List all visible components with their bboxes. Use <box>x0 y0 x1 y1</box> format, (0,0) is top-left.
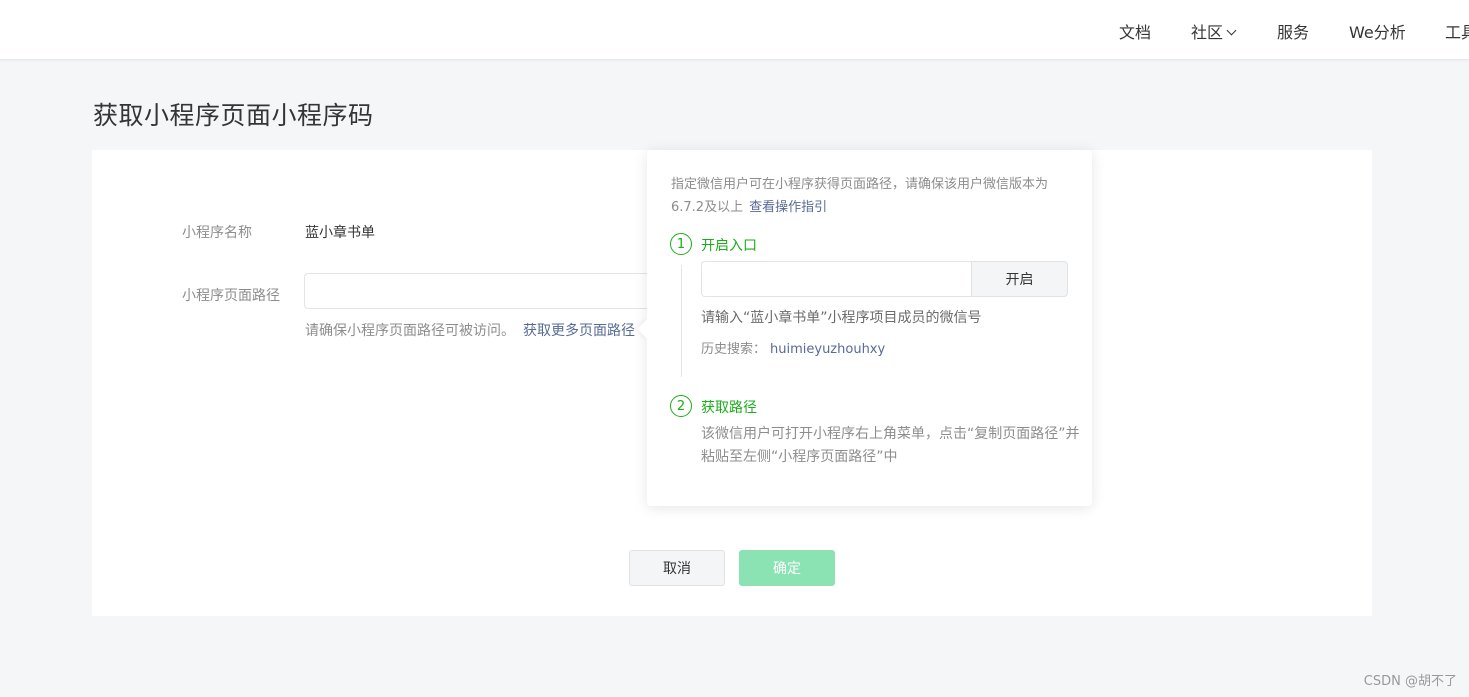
view-guide-link[interactable]: 查看操作指引 <box>749 200 827 215</box>
mini-program-name-label: 小程序名称 <box>182 225 252 241</box>
page-path-input[interactable] <box>304 273 654 309</box>
nav-we-analytics[interactable]: We分析 <box>1349 19 1406 43</box>
wechat-id-input[interactable] <box>701 261 972 297</box>
nav-tools[interactable]: 工具 <box>1445 19 1469 43</box>
get-more-paths-link[interactable]: 获取更多页面路径 <box>523 323 635 339</box>
nav-services[interactable]: 服务 <box>1277 19 1309 43</box>
popover-description-text: 指定微信用户可在小程序获得页面路径，请确保该用户微信版本为6.7.2及以上 <box>671 177 1049 215</box>
cancel-button[interactable]: 取消 <box>629 550 725 586</box>
step-2-title: 获取路径 <box>701 400 757 416</box>
search-history-item[interactable]: huimieyuzhouhxy <box>770 342 885 357</box>
step-2-description: 该微信用户可打开小程序右上角菜单，点击“复制页面路径”并粘贴至左侧“小程序页面路… <box>701 426 1080 465</box>
step-2-number: 2 <box>670 395 692 417</box>
popover-description: 指定微信用户可在小程序获得页面路径，请确保该用户微信版本为6.7.2及以上 查看操… <box>671 173 1071 219</box>
page-path-hint-text: 请确保小程序页面路径可被访问。 <box>305 323 515 339</box>
search-history-label: 历史搜索： <box>701 342 767 357</box>
page-path-hint: 请确保小程序页面路径可被访问。 获取更多页面路径 <box>305 320 635 340</box>
step-1-number: 1 <box>670 233 692 255</box>
wechat-id-tip: 请输入“蓝小章书单”小程序项目成员的微信号 <box>701 310 982 326</box>
step-connector-line <box>681 265 682 377</box>
nav-community-label: 社区 <box>1191 23 1224 42</box>
page-path-label: 小程序页面路径 <box>182 288 280 304</box>
nav-community[interactable]: 社区 <box>1191 19 1237 43</box>
step-1-title: 开启入口 <box>701 238 757 254</box>
watermark: CSDN @胡不了 <box>1363 674 1457 689</box>
open-entry-button[interactable]: 开启 <box>971 261 1068 297</box>
page-title: 获取小程序页面小程序码 <box>93 101 374 130</box>
nav-docs[interactable]: 文档 <box>1119 19 1151 43</box>
chevron-down-icon <box>1226 25 1237 36</box>
mini-program-name-value: 蓝小章书单 <box>305 225 375 241</box>
top-navbar: 文档 社区 服务 We分析 工具 <box>0 0 1469 60</box>
search-history: 历史搜索： huimieyuzhouhxy <box>701 338 885 357</box>
confirm-button[interactable]: 确定 <box>739 550 835 586</box>
get-path-popover: 指定微信用户可在小程序获得页面路径，请确保该用户微信版本为6.7.2及以上 查看操… <box>637 150 1092 506</box>
